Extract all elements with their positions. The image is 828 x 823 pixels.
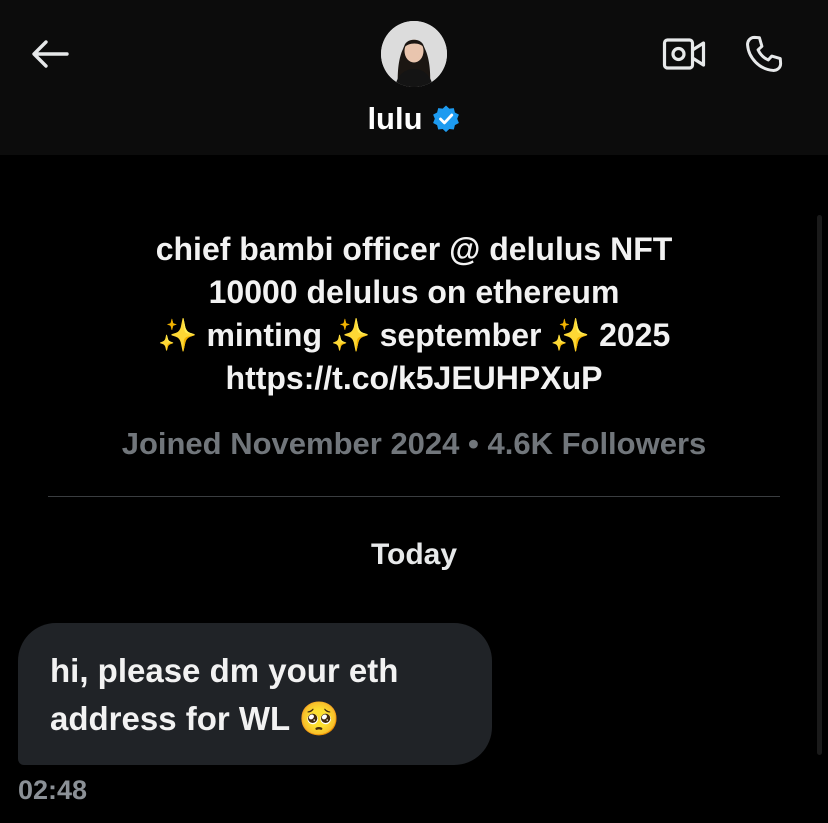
divider xyxy=(48,496,780,497)
profile-photo xyxy=(381,21,447,87)
contact-name: lulu xyxy=(367,101,423,136)
video-call-button[interactable] xyxy=(660,34,708,74)
bio-line: chief bambi officer @ delulus NFT xyxy=(155,231,673,267)
avatar[interactable] xyxy=(381,21,447,87)
verified-badge-icon xyxy=(431,104,461,134)
phone-icon xyxy=(746,35,783,72)
back-button[interactable] xyxy=(28,34,72,74)
message-bubble[interactable]: hi, please dm your eth address for WL 🥺 xyxy=(18,623,492,765)
bio-line: 10000 delulus on ethereum xyxy=(208,274,620,310)
video-camera-icon xyxy=(662,38,706,70)
profile-bio: chief bambi officer @ delulus NFT 10000 … xyxy=(40,228,788,400)
date-separator: Today xyxy=(370,538,458,571)
message-text-line: hi, please dm your eth xyxy=(50,652,399,689)
message-text-line: address for WL 🥺 xyxy=(50,700,340,737)
bio-link[interactable]: https://t.co/k5JEUHPXuP xyxy=(40,357,788,400)
bio-line: ✨ minting ✨ september ✨ 2025 xyxy=(157,317,671,353)
scrollbar[interactable] xyxy=(817,215,822,755)
conversation-header: lulu xyxy=(0,0,828,155)
message-timestamp: 02:48 xyxy=(18,775,88,805)
arrow-left-icon xyxy=(32,40,69,68)
phone-call-button[interactable] xyxy=(740,30,788,78)
contact-name-row[interactable]: lulu xyxy=(0,98,828,140)
profile-meta: Joined November 2024 • 4.6K Followers xyxy=(121,426,707,461)
